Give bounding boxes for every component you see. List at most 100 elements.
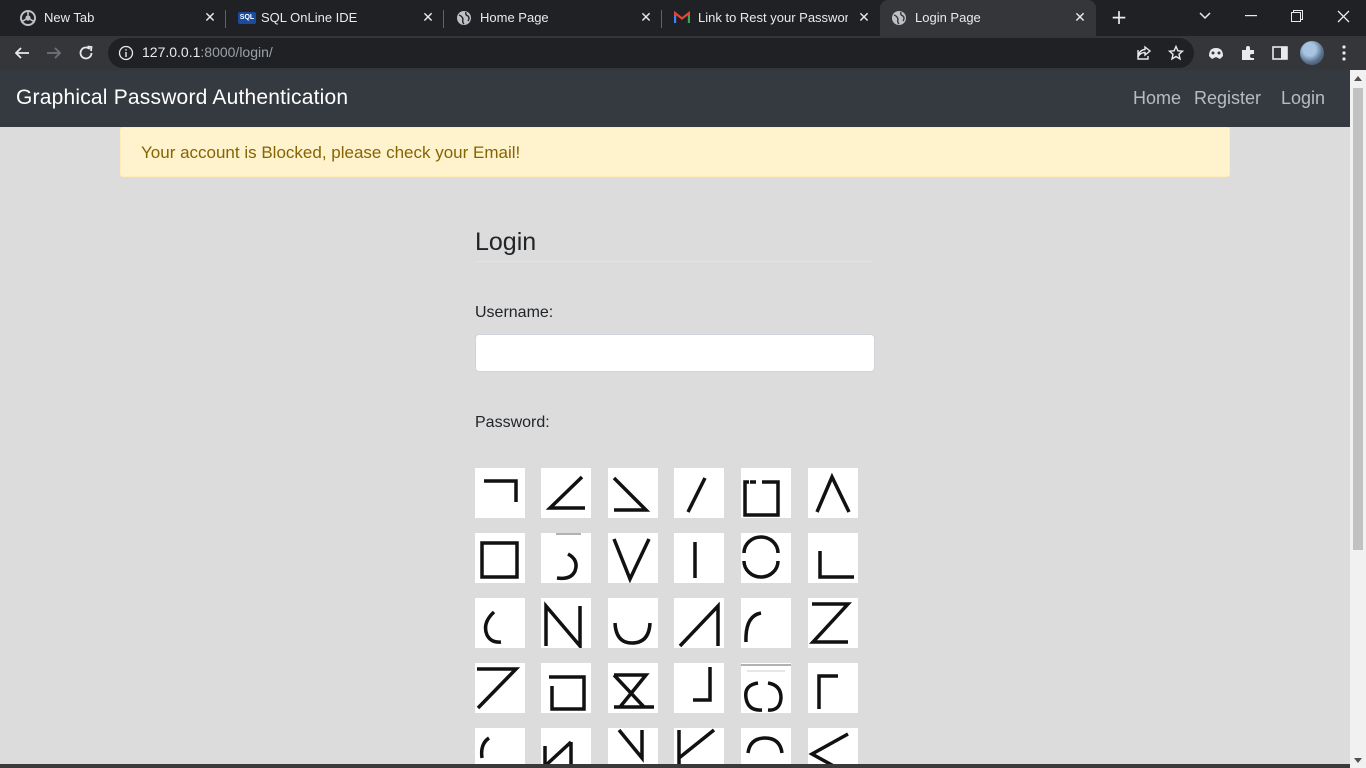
password-tile[interactable]: [674, 728, 724, 768]
arc-left-icon: [483, 610, 502, 644]
login-heading: Login: [475, 228, 872, 262]
password-tile[interactable]: [541, 728, 591, 768]
close-icon[interactable]: ✕: [1072, 9, 1088, 25]
vertical-scrollbar[interactable]: [1350, 70, 1366, 768]
caret-up-icon: [815, 472, 851, 513]
nav-link-register[interactable]: Register: [1194, 88, 1261, 109]
password-tile[interactable]: [541, 468, 591, 518]
corner-top-right-icon: [484, 479, 518, 502]
password-tile[interactable]: [741, 598, 791, 648]
url-path: :8000/login/: [200, 44, 273, 60]
reload-icon: [79, 45, 93, 60]
close-icon[interactable]: ✕: [420, 9, 436, 25]
password-tile[interactable]: [475, 598, 525, 648]
back-button[interactable]: [10, 41, 34, 65]
browser-tab-strip: New Tab ✕ SQL SQL OnLine IDE ✕ Home Page…: [0, 0, 1366, 36]
minimize-icon: [1245, 15, 1257, 17]
scroll-up-icon[interactable]: [1350, 70, 1366, 86]
password-tile[interactable]: [608, 728, 658, 768]
tab-title: New Tab: [44, 10, 95, 25]
browser-tab[interactable]: New Tab ✕: [0, 0, 226, 36]
corner-bottom-right-icon: [693, 667, 712, 702]
scroll-down-icon[interactable]: [1350, 752, 1366, 768]
nav-link-login[interactable]: Login: [1281, 88, 1325, 109]
extension-button[interactable]: [1204, 41, 1228, 65]
close-window-button[interactable]: [1320, 0, 1366, 32]
close-icon: [1337, 10, 1349, 22]
arc-left-partial-icon: [479, 736, 491, 759]
password-tile[interactable]: [741, 533, 791, 583]
password-tile[interactable]: [741, 728, 791, 768]
password-tile[interactable]: [741, 663, 791, 713]
less-than-icon: [808, 732, 849, 768]
open-box-right-icon: [549, 675, 586, 711]
password-tile[interactable]: [808, 728, 858, 768]
browser-tab[interactable]: Link to Rest your Password - ✕: [662, 0, 878, 36]
password-tile[interactable]: [808, 598, 858, 648]
horizontal-scroll-edge: [0, 764, 1350, 768]
share-icon[interactable]: [1134, 43, 1154, 63]
password-image-grid: [475, 468, 865, 768]
close-icon[interactable]: ✕: [202, 9, 218, 25]
corner-bottom-left-icon: [818, 551, 854, 579]
username-label: Username:: [475, 304, 554, 321]
password-tile[interactable]: [541, 533, 591, 583]
password-tile[interactable]: [475, 468, 525, 518]
password-tile[interactable]: [808, 663, 858, 713]
profile-avatar[interactable]: [1300, 41, 1324, 65]
restore-icon: [1291, 10, 1303, 22]
url-text[interactable]: 127.0.0.1:8000/login/: [142, 44, 273, 60]
tab-title: Home Page: [480, 10, 549, 25]
password-tile[interactable]: [674, 663, 724, 713]
password-tile[interactable]: [608, 533, 658, 583]
close-icon[interactable]: ✕: [638, 9, 654, 25]
tab-title: Link to Rest your Password -: [698, 10, 848, 25]
username-input[interactable]: [475, 334, 875, 372]
backslash-bar-icon: [617, 728, 644, 763]
password-tile[interactable]: [475, 533, 525, 583]
tab-title: Login Page: [915, 10, 981, 25]
browser-tab[interactable]: Home Page ✕: [444, 0, 662, 36]
side-panel-icon: [1272, 46, 1288, 60]
password-tile[interactable]: [808, 533, 858, 583]
tab-search-button[interactable]: [1182, 0, 1228, 32]
password-tile[interactable]: [475, 663, 525, 713]
forward-button[interactable]: [42, 41, 66, 65]
password-tile[interactable]: [541, 663, 591, 713]
password-tile[interactable]: [608, 468, 658, 518]
letter-z-icon: [809, 602, 852, 644]
restore-button[interactable]: [1274, 0, 1320, 32]
z-boxed-icon: [612, 673, 654, 709]
seven-icon: [476, 667, 521, 710]
vertical-bar-icon: [693, 542, 697, 578]
circle-split-icon: [742, 535, 780, 579]
close-icon[interactable]: ✕: [856, 9, 872, 25]
password-tile[interactable]: [808, 468, 858, 518]
password-tile[interactable]: [608, 598, 658, 648]
password-tile[interactable]: [674, 468, 724, 518]
bookmark-star-icon[interactable]: [1166, 43, 1186, 63]
blocked-alert: Your account is Blocked, please check yo…: [120, 127, 1230, 177]
password-tile[interactable]: [741, 468, 791, 518]
browser-tab-active[interactable]: Login Page ✕: [880, 0, 1096, 36]
password-tile[interactable]: [541, 598, 591, 648]
password-tile[interactable]: [674, 598, 724, 648]
arc-top-left-icon: [744, 611, 762, 643]
chrome-icon: [20, 10, 36, 26]
info-icon[interactable]: [118, 45, 134, 61]
extensions-button[interactable]: [1236, 41, 1260, 65]
side-panel-button[interactable]: [1268, 41, 1292, 65]
site-brand[interactable]: Graphical Password Authentication: [16, 86, 348, 110]
password-tile[interactable]: [475, 728, 525, 768]
nav-link-home[interactable]: Home: [1133, 88, 1181, 109]
reload-button[interactable]: [74, 41, 98, 65]
password-tile[interactable]: [674, 533, 724, 583]
browser-tab[interactable]: SQL SQL OnLine IDE ✕: [226, 0, 444, 36]
address-bar[interactable]: 127.0.0.1:8000/login/: [108, 38, 1194, 68]
corner-top-left-icon: [817, 674, 838, 709]
minimize-button[interactable]: [1228, 0, 1274, 32]
menu-button[interactable]: [1332, 41, 1356, 65]
scrollbar-thumb[interactable]: [1353, 88, 1363, 550]
new-tab-button[interactable]: +: [1108, 6, 1130, 28]
password-tile[interactable]: [608, 663, 658, 713]
